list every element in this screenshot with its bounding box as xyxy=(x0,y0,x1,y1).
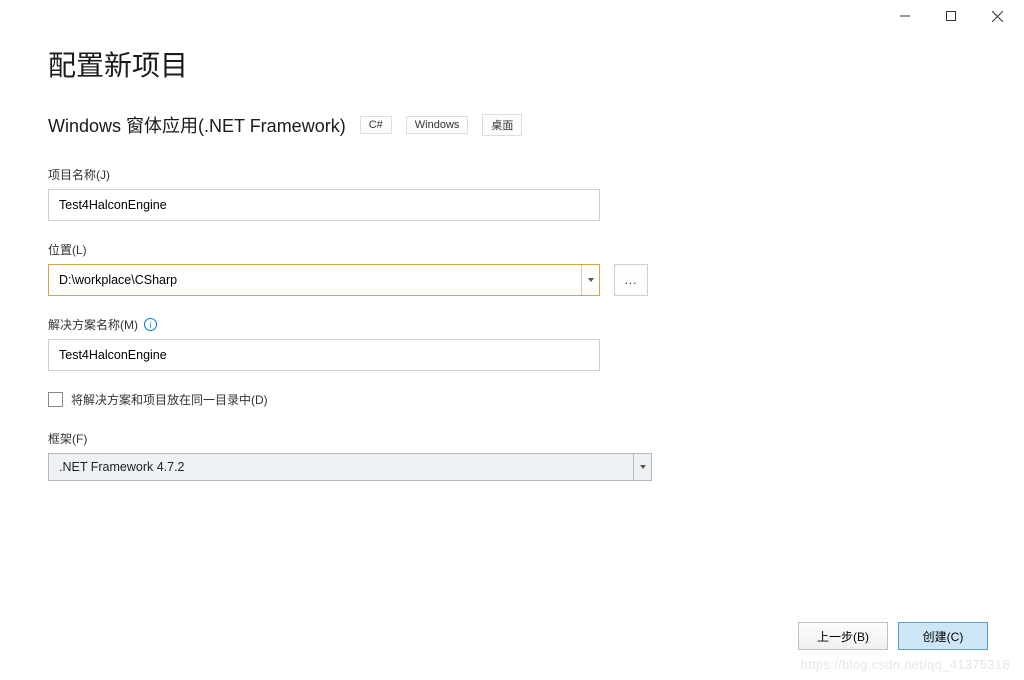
project-name-group: 项目名称(J) xyxy=(48,166,976,221)
project-name-input[interactable] xyxy=(48,189,600,221)
framework-dropdown-button[interactable] xyxy=(633,454,651,480)
same-directory-checkbox[interactable] xyxy=(48,392,63,407)
framework-group: 框架(F) .NET Framework 4.7.2 xyxy=(48,430,976,481)
maximize-button[interactable] xyxy=(928,1,974,31)
tag-platform: Windows xyxy=(406,116,469,134)
same-directory-label: 将解决方案和项目放在同一目录中(D) xyxy=(71,391,268,408)
same-directory-row: 将解决方案和项目放在同一目录中(D) xyxy=(48,391,976,408)
subtitle-row: Windows 窗体应用(.NET Framework) C# Windows … xyxy=(48,112,976,138)
location-input[interactable]: D:\workplace\CSharp xyxy=(49,265,581,295)
titlebar xyxy=(0,0,1024,32)
chevron-down-icon xyxy=(588,278,594,282)
close-button[interactable] xyxy=(974,1,1020,31)
project-name-label: 项目名称(J) xyxy=(48,166,976,183)
solution-name-group: 解决方案名称(M) i xyxy=(48,316,976,371)
framework-value: .NET Framework 4.7.2 xyxy=(49,454,633,480)
content-area: 配置新项目 Windows 窗体应用(.NET Framework) C# Wi… xyxy=(0,32,1024,481)
minimize-button[interactable] xyxy=(882,1,928,31)
solution-name-label-text: 解决方案名称(M) xyxy=(48,316,138,333)
framework-label: 框架(F) xyxy=(48,430,976,447)
location-dropdown-button[interactable] xyxy=(581,265,599,295)
create-button[interactable]: 创建(C) xyxy=(898,622,988,650)
page-title: 配置新项目 xyxy=(48,44,976,84)
info-icon[interactable]: i xyxy=(144,318,157,331)
footer-buttons: 上一步(B) 创建(C) xyxy=(798,622,988,650)
back-button[interactable]: 上一步(B) xyxy=(798,622,888,650)
location-label: 位置(L) xyxy=(48,241,976,258)
tag-category: 桌面 xyxy=(482,114,522,136)
solution-name-input[interactable] xyxy=(48,339,600,371)
framework-combo[interactable]: .NET Framework 4.7.2 xyxy=(48,453,652,481)
watermark: https://blog.csdn.net/qq_41375318 xyxy=(801,657,1010,672)
browse-button[interactable]: ... xyxy=(614,264,648,296)
solution-name-label: 解决方案名称(M) i xyxy=(48,316,976,333)
location-group: 位置(L) D:\workplace\CSharp ... xyxy=(48,241,976,296)
tag-language: C# xyxy=(360,116,392,134)
chevron-down-icon xyxy=(640,465,646,469)
location-combo[interactable]: D:\workplace\CSharp xyxy=(48,264,600,296)
project-type-subtitle: Windows 窗体应用(.NET Framework) xyxy=(48,112,346,138)
